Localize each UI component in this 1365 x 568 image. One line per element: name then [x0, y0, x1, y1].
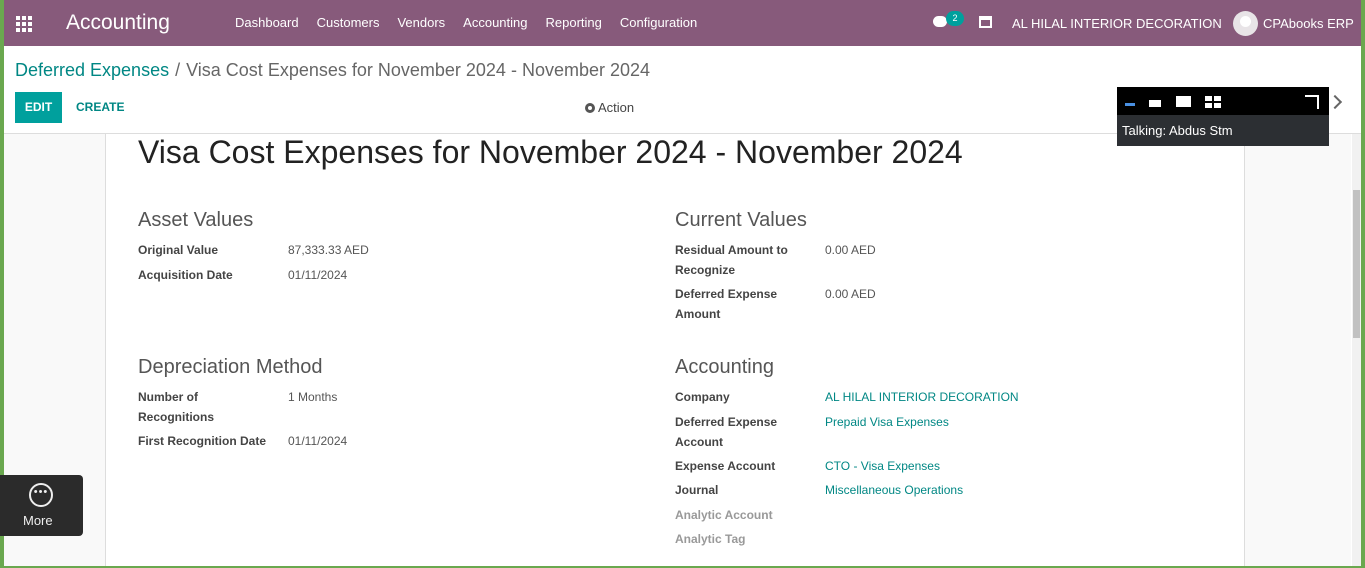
scrollbar-thumb[interactable] [1353, 190, 1360, 338]
deferred-amount: 0.00 AED [825, 287, 876, 301]
menu-reporting[interactable]: Reporting [546, 15, 602, 30]
gear-icon [585, 103, 595, 113]
call-toolbar [1117, 87, 1329, 115]
page-scrollbar[interactable] [1352, 134, 1361, 566]
record-title: Visa Cost Expenses for November 2024 - N… [138, 134, 963, 170]
recognitions-value: 1 Months [288, 390, 338, 404]
journal-label: Journal [675, 483, 719, 497]
more-icon: ••• [29, 483, 53, 507]
app-window: Accounting Dashboard Customers Vendors A… [4, 0, 1361, 566]
company-link[interactable]: AL HILAL INTERIOR DECORATION [825, 390, 1019, 404]
main-menu: Dashboard Customers Vendors Accounting R… [235, 15, 715, 30]
grid-view-icon-3 [1205, 103, 1212, 108]
deferred-account-link[interactable]: Prepaid Visa Expenses [825, 415, 949, 429]
next-record-icon[interactable] [1327, 94, 1343, 110]
first-recognition-date: 01/11/2024 [288, 434, 348, 448]
medium-view-icon[interactable] [1176, 96, 1191, 107]
top-navbar: Accounting Dashboard Customers Vendors A… [4, 0, 1361, 46]
edit-button[interactable]: EDIT [15, 92, 62, 123]
user-menu[interactable]: CPAbooks ERP [1263, 16, 1354, 31]
action-menu[interactable]: Action [585, 100, 634, 115]
analytic-account-label: Analytic Account [675, 508, 773, 522]
fullscreen-icon[interactable] [1305, 95, 1319, 109]
expense-account-link[interactable]: CTO - Visa Expenses [825, 459, 940, 473]
accounting-heading: Accounting [675, 356, 774, 378]
app-brand[interactable]: Accounting [66, 11, 170, 35]
deferred-account-label: Deferred Expense Account [675, 415, 778, 449]
analytic-tag-label: Analytic Tag [675, 532, 746, 546]
current-values-heading: Current Values [675, 209, 807, 231]
acquisition-date: 01/11/2024 [288, 268, 348, 282]
grid-view-icon[interactable] [1205, 96, 1212, 101]
more-label: More [23, 513, 53, 528]
expense-account-label: Expense Account [675, 459, 776, 473]
acquisition-date-label: Acquisition Date [138, 268, 233, 282]
breadcrumb-separator: / [175, 60, 181, 80]
recognitions-label: Number of Recognitions [138, 390, 215, 424]
menu-accounting[interactable]: Accounting [463, 15, 527, 30]
apps-menu-icon[interactable] [16, 16, 32, 32]
create-button[interactable]: CREATE [76, 100, 124, 114]
breadcrumb-current: Visa Cost Expenses for November 2024 - N… [186, 60, 651, 80]
form-view: Visa Cost Expenses for November 2024 - N… [4, 134, 1351, 566]
deferred-amount-label: Deferred Expense Amount [675, 287, 778, 321]
avatar[interactable] [1233, 11, 1258, 36]
depreciation-heading: Depreciation Method [138, 356, 323, 378]
menu-vendors[interactable]: Vendors [397, 15, 445, 30]
original-value: 87,333.33 AED [288, 243, 369, 257]
journal-link[interactable]: Miscellaneous Operations [825, 483, 963, 497]
chat-count-badge: 2 [946, 11, 964, 26]
menu-dashboard[interactable]: Dashboard [235, 15, 299, 30]
call-status: Talking: Abdus Stm [1122, 123, 1233, 138]
more-button[interactable]: ••• More [0, 475, 83, 536]
residual-amount: 0.00 AED [825, 243, 876, 257]
minimize-icon[interactable] [1125, 103, 1135, 106]
menu-configuration[interactable]: Configuration [620, 15, 697, 30]
chat-icon[interactable] [933, 16, 947, 27]
call-widget: Talking: Abdus Stm [1117, 87, 1329, 146]
company-label: Company [675, 390, 730, 404]
form-sheet: Visa Cost Expenses for November 2024 - N… [105, 134, 1245, 566]
grid-view-icon-4 [1214, 103, 1221, 108]
residual-amount-label: Residual Amount to Recognize [675, 243, 788, 277]
breadcrumb: Deferred Expenses / Visa Cost Expenses for… [15, 60, 650, 81]
asset-values-heading: Asset Values [138, 209, 254, 231]
gift-icon[interactable] [979, 16, 992, 28]
breadcrumb-parent[interactable]: Deferred Expenses [15, 60, 169, 80]
menu-customers[interactable]: Customers [317, 15, 380, 30]
company-switcher[interactable]: AL HILAL INTERIOR DECORATION [1012, 16, 1222, 31]
original-value-label: Original Value [138, 243, 219, 257]
small-view-icon[interactable] [1149, 100, 1161, 107]
first-recognition-date-label: First Recognition Date [138, 434, 267, 448]
grid-view-icon-2 [1214, 96, 1221, 101]
action-label: Action [598, 100, 635, 115]
